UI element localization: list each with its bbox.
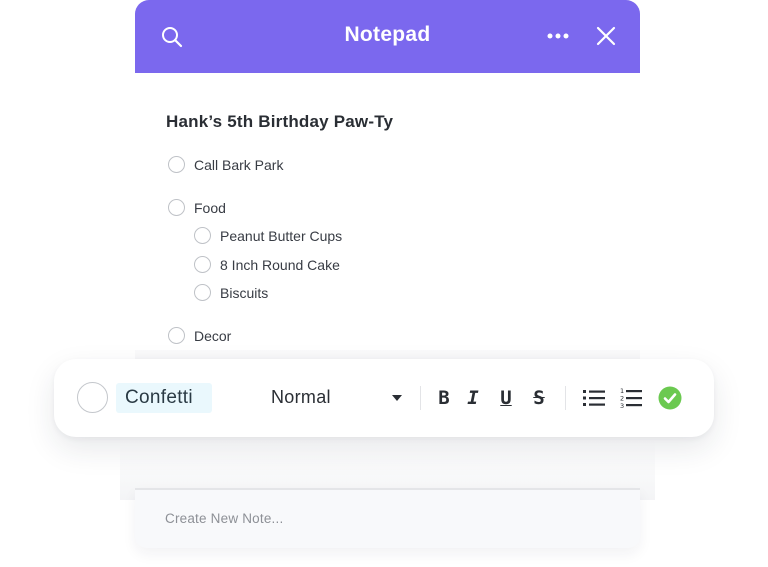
numbered-list-icon[interactable]: 1 2 3 <box>620 387 642 409</box>
strikethrough-button[interactable]: S <box>528 384 550 412</box>
check-circle-icon[interactable] <box>658 386 682 410</box>
item-label[interactable]: Peanut Butter Cups <box>220 228 342 244</box>
checkbox-circle[interactable] <box>168 199 185 216</box>
close-icon[interactable] <box>595 25 617 47</box>
more-icon[interactable] <box>546 30 570 42</box>
item-label[interactable]: Food <box>194 200 226 216</box>
checkbox-circle[interactable] <box>194 256 211 273</box>
checkbox-circle[interactable] <box>194 284 211 301</box>
notepad-card: Notepad Hank’s 5th Birthday Paw-Ty Call … <box>135 0 640 371</box>
checklist-item: Decor <box>168 327 231 344</box>
checklist-item: 8 Inch Round Cake <box>194 256 340 273</box>
item-label[interactable]: 8 Inch Round Cake <box>220 257 340 273</box>
checkbox-circle[interactable] <box>168 156 185 173</box>
divider <box>420 386 421 410</box>
create-new-note[interactable]: Create New Note... <box>135 488 640 548</box>
editor-toolbar: Confetti Normal B I U S 1 2 3 <box>54 359 714 437</box>
checkbox-circle[interactable] <box>194 227 211 244</box>
bold-button[interactable]: B <box>433 384 455 412</box>
item-label[interactable]: Biscuits <box>220 285 268 301</box>
checklist-item: Biscuits <box>194 284 268 301</box>
checklist-item: Call Bark Park <box>168 156 283 173</box>
notepad-header: Notepad <box>135 0 640 73</box>
checkbox-circle[interactable] <box>168 327 185 344</box>
text-style-dropdown[interactable]: Normal <box>271 387 331 408</box>
svg-text:3: 3 <box>620 402 624 409</box>
italic-button[interactable]: I <box>462 384 484 412</box>
new-note-placeholder: Create New Note... <box>165 511 284 526</box>
item-label[interactable]: Call Bark Park <box>194 157 283 173</box>
bulleted-list-icon[interactable] <box>583 388 605 408</box>
item-label[interactable]: Decor <box>194 328 231 344</box>
note-title: Hank’s 5th Birthday Paw-Ty <box>166 112 394 131</box>
underline-button[interactable]: U <box>495 384 517 412</box>
checklist-item: Food <box>168 199 226 216</box>
caret-down-icon[interactable] <box>392 395 402 401</box>
checkbox-circle[interactable] <box>77 382 108 413</box>
item-text-input[interactable]: Confetti <box>116 383 212 413</box>
checklist-item: Peanut Butter Cups <box>194 227 342 244</box>
divider <box>565 386 566 410</box>
